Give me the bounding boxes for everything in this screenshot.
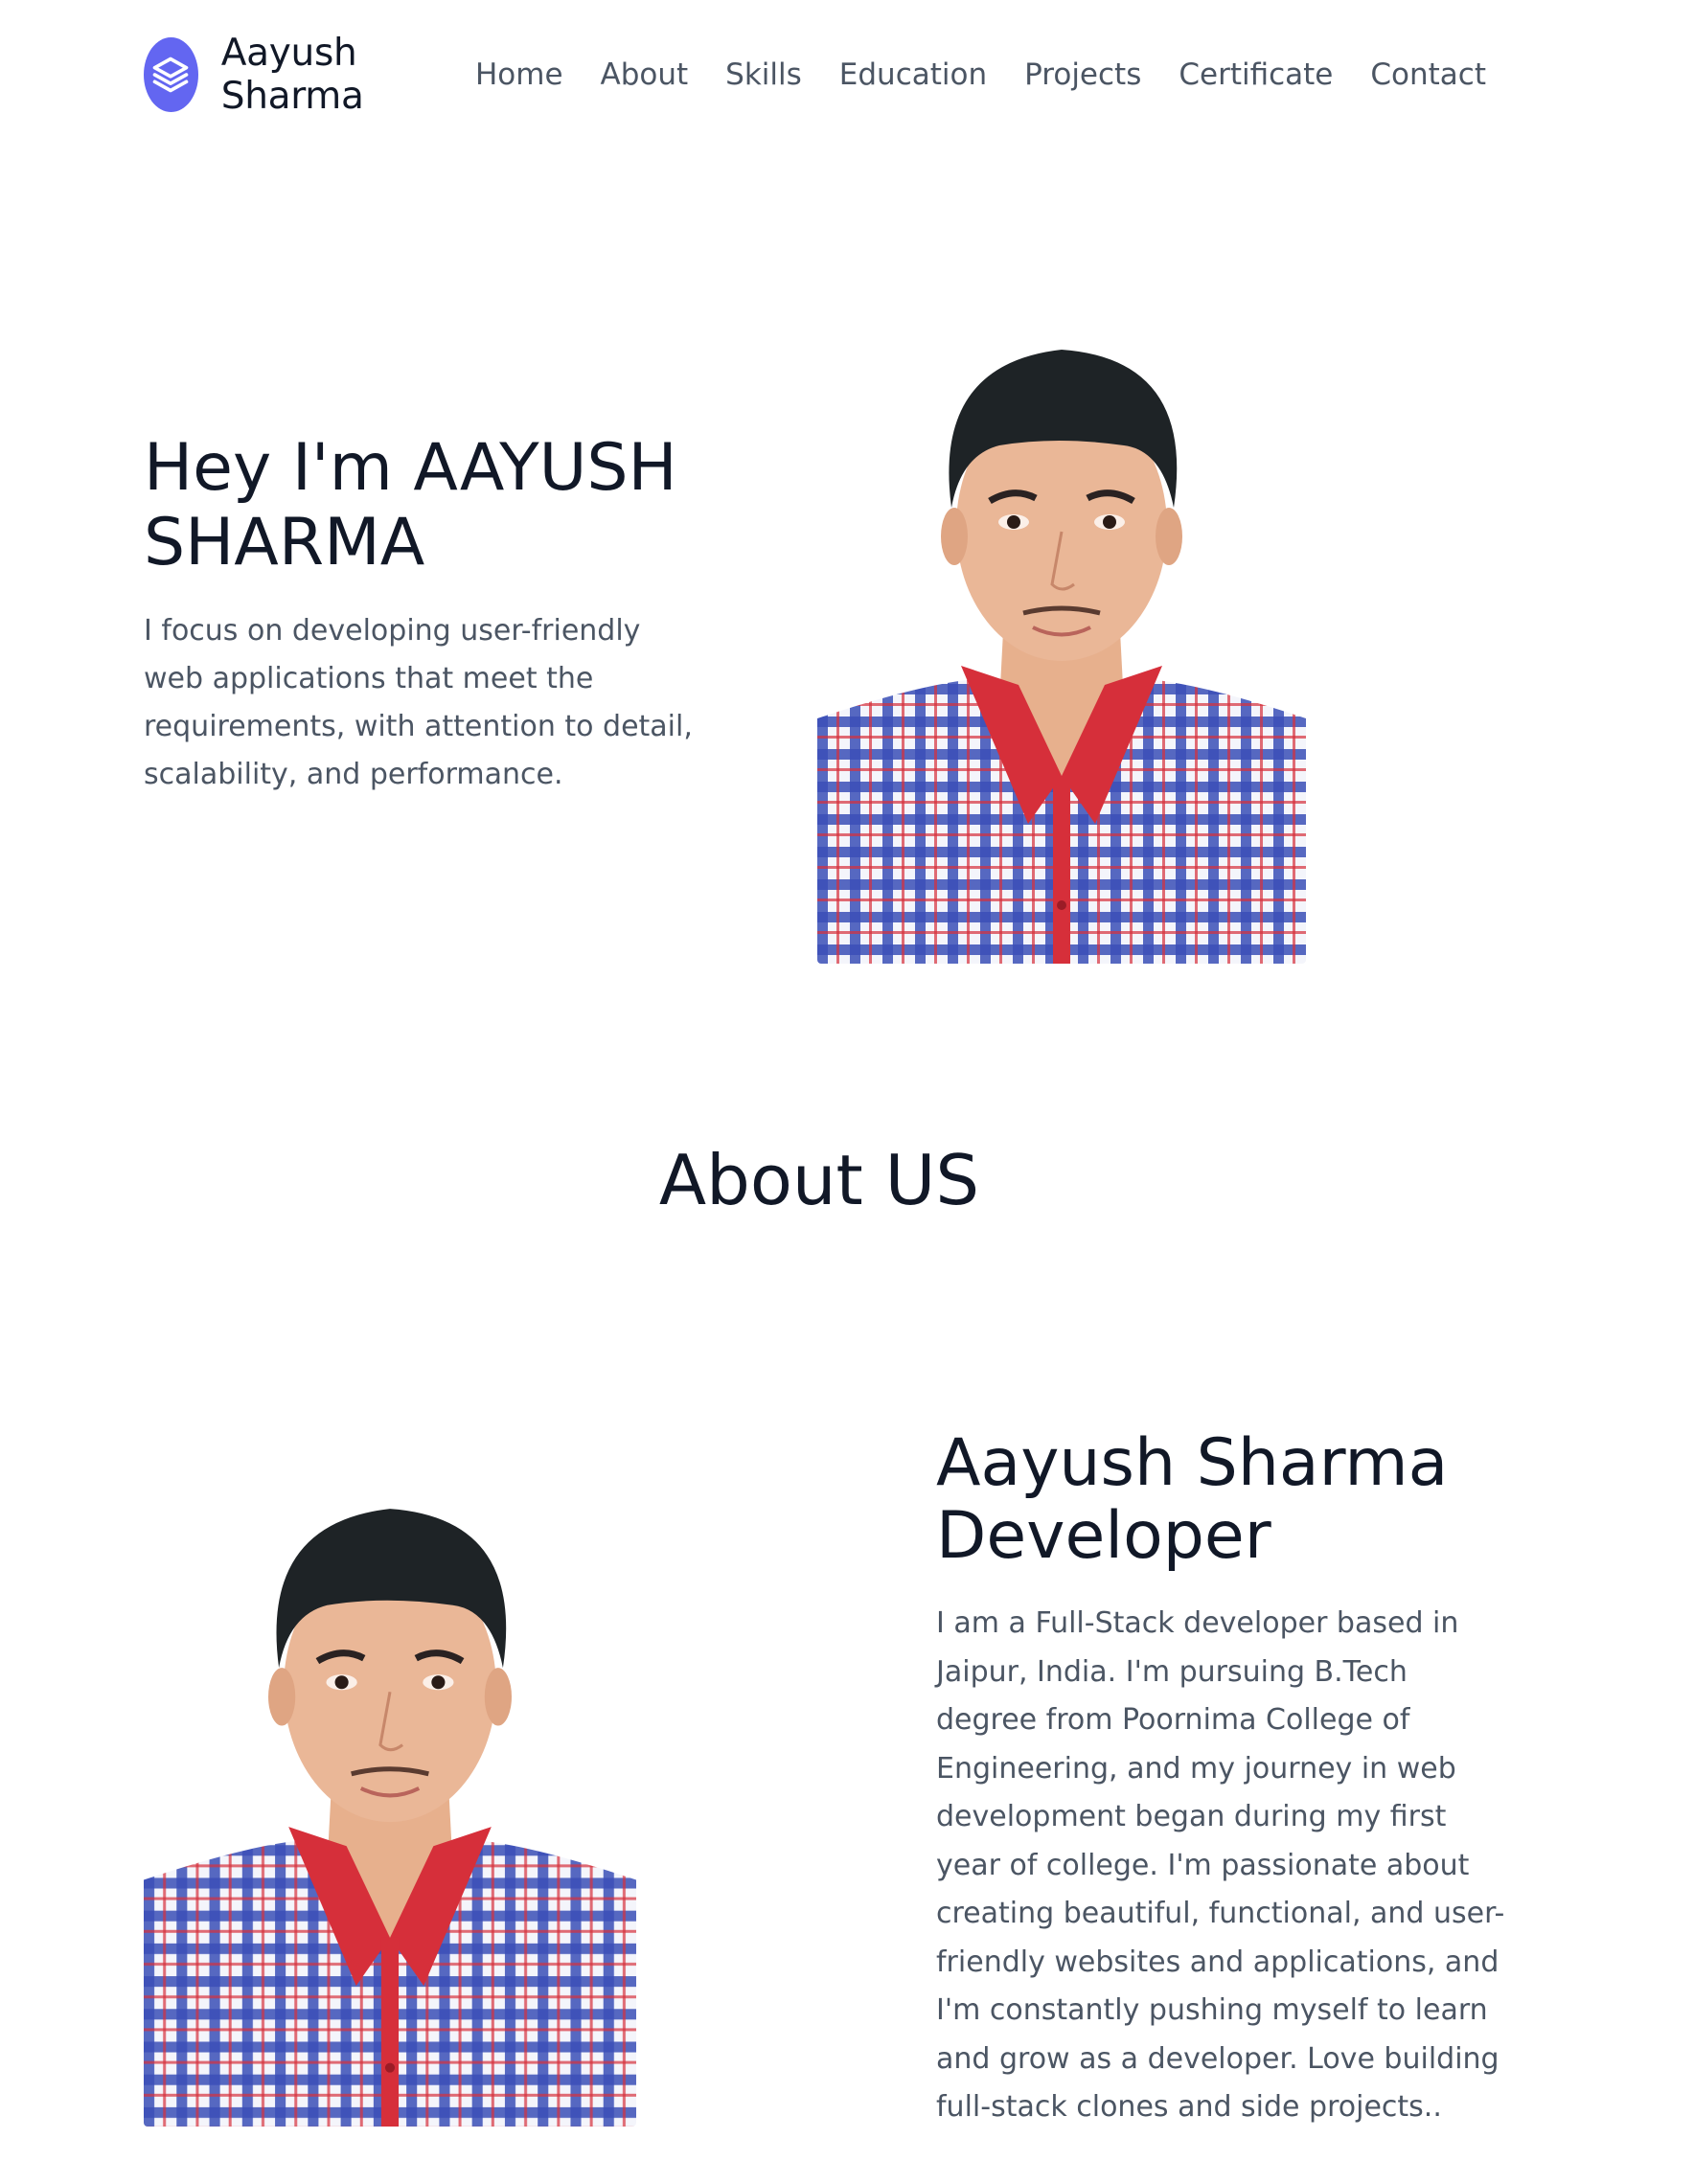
nav-link-projects[interactable]: Projects (1024, 57, 1141, 92)
nav-link-home[interactable]: Home (475, 57, 563, 92)
hero-title: Hey I'm AAYUSH SHARMA (144, 431, 738, 580)
nav-link-skills[interactable]: Skills (725, 57, 802, 92)
nav-link-education[interactable]: Education (839, 57, 987, 92)
nav-link-certificate[interactable]: Certificate (1179, 57, 1333, 92)
brand-name[interactable]: Aayush Sharma (221, 32, 432, 118)
hero-title-line2: SHARMA (144, 505, 425, 580)
about-bio: I am a Full-Stack developer based in Jai… (936, 1606, 1505, 2124)
navbar: Aayush Sharma Home About Skills Educatio… (144, 32, 1523, 118)
hero-description: I focus on developing user-friendly web … (144, 614, 693, 791)
about-heading-name: Aayush Sharma (936, 1425, 1449, 1501)
about-heading: Aayush Sharma Developer (936, 1427, 1530, 1573)
hero-title-line1: Hey I'm AAYUSH (144, 430, 677, 506)
about-profile-photo (144, 1485, 636, 2127)
profile-photo (817, 326, 1306, 964)
nav-menu: Home About Skills Education Projects Cer… (475, 57, 1523, 92)
stack-layers-icon[interactable] (144, 37, 198, 112)
about-heading-role: Developer (936, 1498, 1271, 1574)
about-section-title: About US (658, 1140, 980, 1220)
nav-link-about[interactable]: About (601, 57, 689, 92)
nav-link-contact[interactable]: Contact (1370, 57, 1486, 92)
